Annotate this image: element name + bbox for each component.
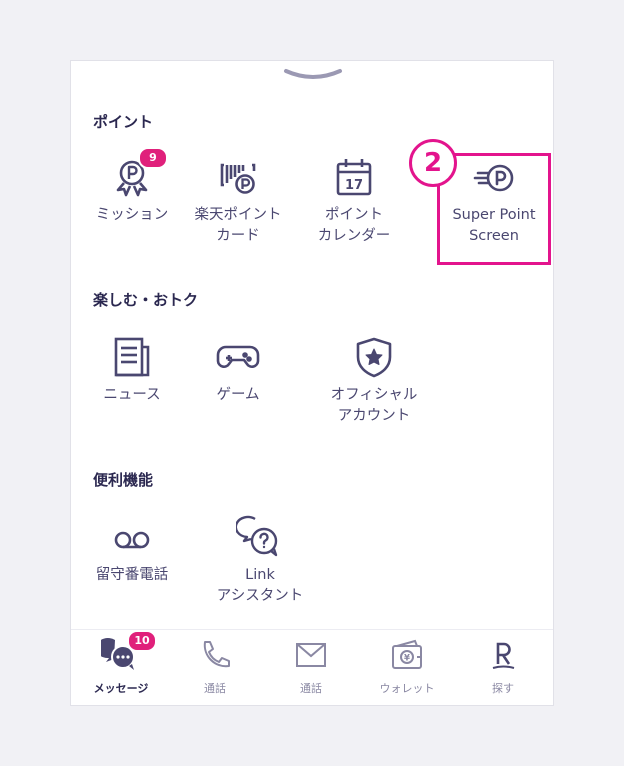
tab-wallet[interactable]: ¥ ウォレット [359, 636, 455, 696]
link-assistant-label: Link アシスタント [216, 567, 304, 604]
voicemail-label: 留守番電話 [95, 567, 169, 583]
svg-text:¥: ¥ [404, 654, 410, 664]
shield-star-icon [350, 333, 398, 381]
mission-label: ミッション [95, 207, 169, 223]
bottom-tab-bar: 10 メッセージ 通話 通話 ¥ ウォレット 探す [71, 629, 553, 705]
collapse-handle-icon[interactable] [282, 67, 344, 85]
section-title-points: ポイント [93, 113, 154, 131]
rakuten-r-icon [483, 636, 523, 674]
section-title-utility: 便利機能 [93, 471, 154, 489]
link-assistant-item[interactable]: Link アシスタント [205, 513, 315, 607]
mission-item[interactable]: 9 ミッション [77, 147, 187, 226]
wallet-icon: ¥ [387, 636, 427, 674]
chat-icon: 10 [101, 630, 157, 674]
tab-mail-label: 通話 [300, 682, 322, 695]
news-item[interactable]: ニュース [77, 333, 187, 406]
tab-call-label: 通話 [204, 682, 226, 695]
bottom-sheet: ポイント 9 ミッション 楽天ポイント カード 17 ポイント カレンダー Su… [70, 60, 554, 706]
tab-wallet-label: ウォレット [379, 682, 435, 695]
game-item[interactable]: ゲーム [183, 333, 293, 406]
mission-badge: 9 [138, 147, 168, 169]
point-card-icon [214, 153, 262, 201]
help-chat-icon [236, 513, 284, 561]
voicemail-icon [108, 513, 156, 561]
official-account-item[interactable]: オフィシャル アカウント [319, 333, 429, 427]
mail-icon [291, 636, 331, 674]
official-account-label: オフィシャル アカウント [330, 387, 418, 424]
tab-search[interactable]: 探す [455, 636, 551, 696]
news-label: ニュース [103, 387, 161, 403]
tab-mail[interactable]: 通話 [263, 636, 359, 696]
tab-search-label: 探す [492, 682, 514, 695]
game-label: ゲーム [216, 387, 260, 403]
news-icon [108, 333, 156, 381]
phone-icon [195, 636, 235, 674]
voicemail-item[interactable]: 留守番電話 [77, 513, 187, 586]
step-number-badge: 2 [409, 139, 457, 187]
mission-medal-icon: 9 [108, 147, 168, 201]
calendar-day-text: 17 [345, 178, 363, 193]
point-calendar-label: ポイント カレンダー [317, 207, 391, 244]
tab-messages-label: メッセージ [93, 682, 149, 695]
super-point-icon [470, 153, 518, 201]
section-title-fun: 楽しむ・おトク [93, 291, 199, 309]
tab-messages[interactable]: 10 メッセージ [73, 630, 169, 696]
super-point-screen-label: Super Point Screen [452, 207, 536, 244]
point-calendar-item[interactable]: 17 ポイント カレンダー [299, 153, 409, 247]
point-card-label: 楽天ポイント カード [194, 207, 282, 244]
calendar-icon: 17 [330, 153, 378, 201]
messages-badge: 10 [127, 630, 157, 652]
gamepad-icon [214, 333, 262, 381]
tab-call[interactable]: 通話 [167, 636, 263, 696]
point-card-item[interactable]: 楽天ポイント カード [183, 153, 293, 247]
